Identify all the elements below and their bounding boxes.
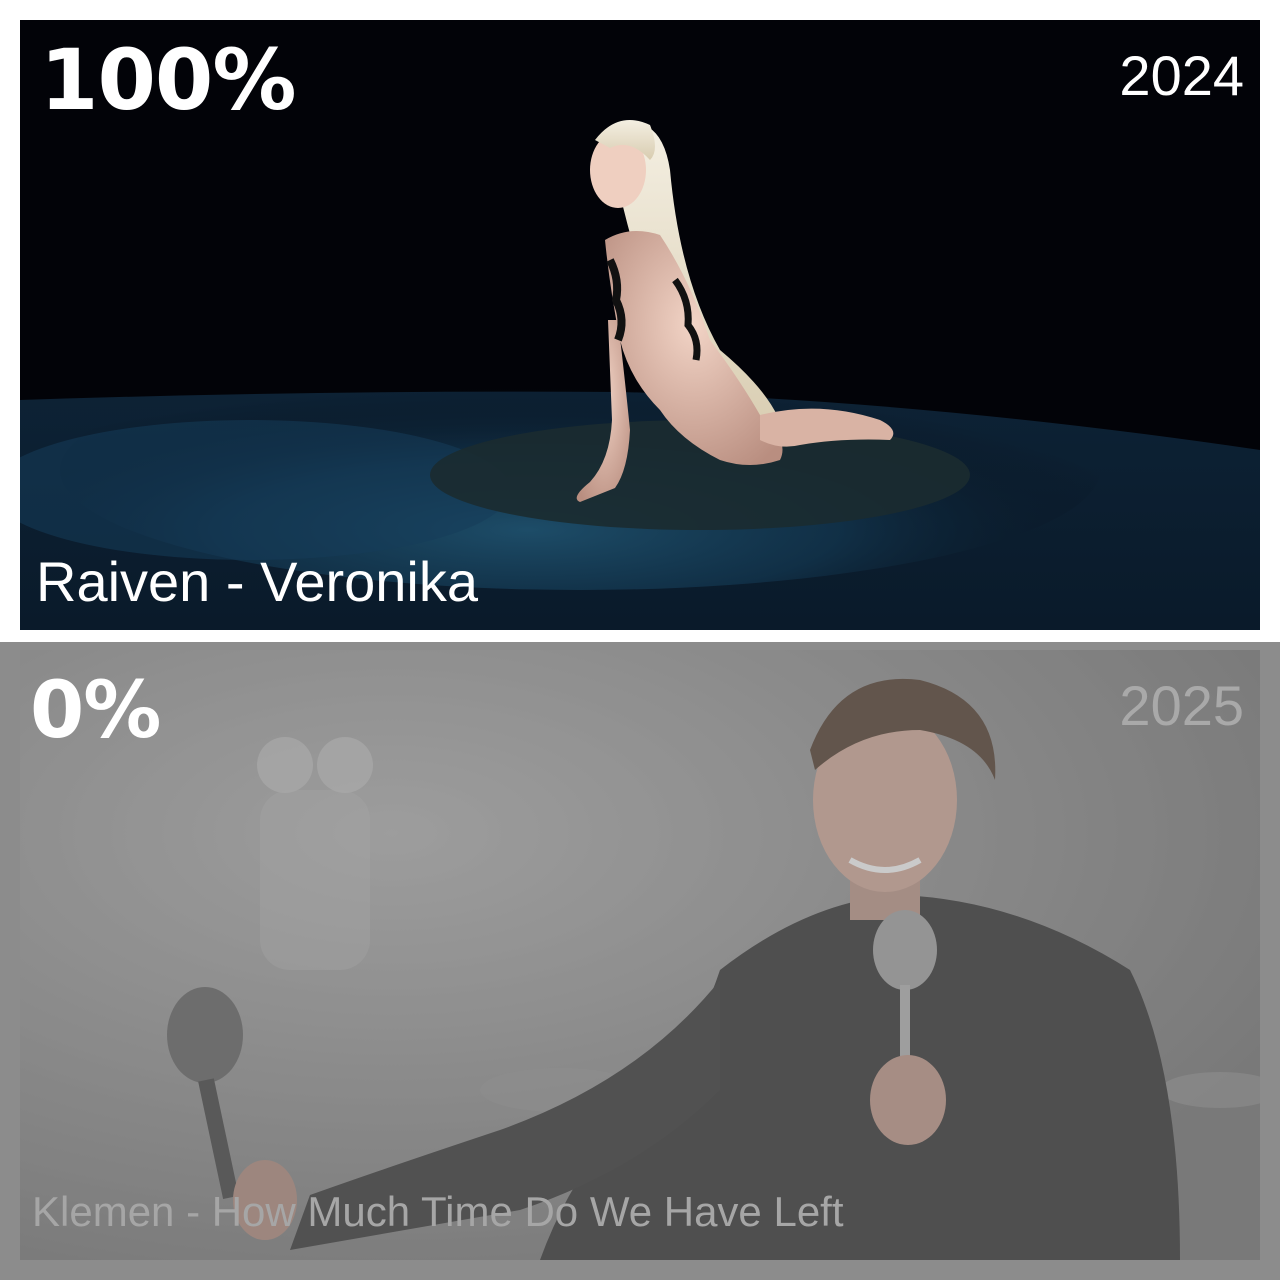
top-percentage-label: 100% bbox=[40, 31, 297, 129]
bottom-percentage-label: 0% bbox=[30, 666, 161, 756]
bottom-year-label: 2025 bbox=[1119, 674, 1244, 737]
top-panel: 100% 2024 Raiven - Veronika bbox=[20, 20, 1260, 630]
top-year-label: 2024 bbox=[1119, 44, 1244, 107]
bottom-panel: 0% 2025 Klemen - How Much Time Do We Hav… bbox=[20, 650, 1260, 1260]
bottom-song-caption: Klemen - How Much Time Do We Have Left bbox=[32, 1188, 844, 1235]
comparison-meme: 100% 2024 Raiven - Veronika 0% 2025 Klem… bbox=[0, 0, 1280, 1280]
top-song-caption: Raiven - Veronika bbox=[36, 550, 479, 613]
klemen-photo bbox=[20, 650, 1260, 1260]
